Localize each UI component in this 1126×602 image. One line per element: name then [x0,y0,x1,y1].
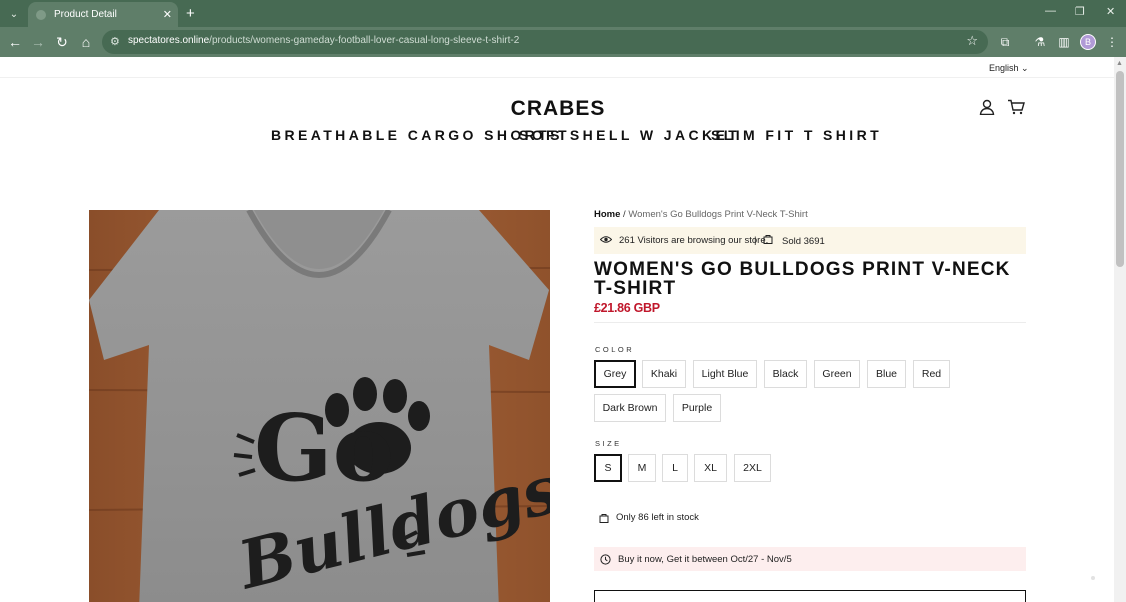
product-title: WOMEN'S GO BULLDOGS PRINT V-NECK T-SHIRT [594,259,1011,299]
color-label: COLOR [595,345,635,354]
reload-icon[interactable]: ↻ [53,33,71,51]
menu-item-slim-fit-t-shirt[interactable]: SLIM FIT T SHIRT [711,127,882,143]
cart-icon[interactable] [1007,99,1025,115]
home-icon[interactable]: ⌂ [77,33,95,51]
forward-icon[interactable]: → [29,33,47,51]
close-window-icon[interactable]: ✕ [1106,5,1115,18]
url-domain: spectatores.online [128,35,210,46]
size-option-l[interactable]: L [662,454,688,482]
visitors-banner: 261 Visitors are browsing our store. | S… [594,227,1026,254]
address-bar[interactable]: ⚙ spectatores.online/products/womens-gam… [102,30,988,54]
scrollbar-thumb[interactable] [1116,71,1124,267]
header-divider [0,77,1114,78]
size-option-2xl[interactable]: 2XL [734,454,771,482]
tab-title: Product Detail [54,9,117,20]
menu-item-softshell-w-jacket[interactable]: SOFTSHELL W JACKET [519,127,740,143]
browser-tab[interactable]: Product Detail ✕ [28,2,178,27]
side-panel-icon[interactable]: ▥ [1055,33,1073,51]
color-option-grey[interactable]: Grey [594,360,636,388]
color-option-khaki[interactable]: Khaki [642,360,686,388]
breadcrumb-home[interactable]: Home [594,209,620,220]
page-scrollbar[interactable]: ▲ [1114,57,1126,602]
product-image[interactable]: Go Bulldogs [89,210,550,602]
tshirt-photo: Go Bulldogs [89,210,550,602]
tab-favicon-icon [36,9,46,20]
scroll-up-icon[interactable]: ▲ [1116,60,1123,67]
shipping-text: Buy it now, Get it between Oct/27 - Nov/… [618,553,792,565]
decorative-dot [1091,576,1095,580]
stock-notice: Only 86 left in stock [599,512,699,523]
extensions-icon[interactable]: ⧉ [996,33,1014,51]
address-url[interactable]: spectatores.online/products/womens-gamed… [128,35,519,46]
breadcrumb-separator: / [623,209,626,220]
language-selector[interactable]: English ⌄ [989,63,1029,74]
site-info-icon[interactable]: ⚙ [110,35,120,48]
stock-text: Only 86 left in stock [616,512,699,523]
color-option-black[interactable]: Black [764,360,807,388]
product-price: £21.86 GBP [594,301,660,315]
profile-avatar[interactable]: B [1080,34,1096,50]
back-icon[interactable]: ← [6,33,24,51]
tab-close-icon[interactable]: ✕ [163,8,172,21]
browser-toolbar: ← → ↻ ⌂ ⚙ spectatores.online/products/wo… [0,27,1126,57]
size-label: SIZE [595,439,622,448]
browser-menu-icon[interactable]: ⋮ [1103,33,1121,51]
price-divider [594,322,1026,323]
bookmark-star-icon[interactable]: ☆ [966,33,978,49]
color-option-purple[interactable]: Purple [673,394,721,422]
color-option-red[interactable]: Red [913,360,950,388]
color-option-dark-brown[interactable]: Dark Brown [594,394,666,422]
url-path: /products/womens-gameday-football-lover-… [209,35,520,46]
eye-icon [600,236,612,243]
account-icon[interactable] [979,99,995,115]
shopping-bag-icon [763,235,773,244]
color-option-light-blue[interactable]: Light Blue [693,360,757,388]
new-tab-icon[interactable]: + [186,5,195,22]
breadcrumb: Home / Women's Go Bulldogs Print V-Neck … [594,209,808,220]
size-option-s[interactable]: S [594,454,622,482]
clock-icon [600,553,611,565]
shipping-banner: Buy it now, Get it between Oct/27 - Nov/… [594,547,1026,571]
size-option-m[interactable]: M [628,454,656,482]
color-option-blue[interactable]: Blue [867,360,906,388]
browser-tab-bar: ⌄ Product Detail ✕ + — ❐ ✕ [0,0,1126,27]
web-page: English ⌄ CRABES BREATHABLE CARGO SHORTS… [0,57,1114,602]
visitors-separator: | [754,235,757,246]
sold-count: Sold 3691 [782,236,825,247]
stock-bag-icon [599,513,609,523]
color-option-green[interactable]: Green [814,360,860,388]
breadcrumb-current: Women's Go Bulldogs Print V-Neck T-Shirt [628,209,808,220]
lab-icon[interactable]: ⚗ [1031,33,1049,51]
print-text-go: Go [254,394,394,502]
restore-icon[interactable]: ❐ [1075,5,1085,18]
store-logo[interactable]: CRABES [0,97,1114,121]
size-option-xl[interactable]: XL [694,454,727,482]
add-to-cart-button[interactable]: ADD TO CART [594,590,1026,602]
tab-search-chevron-icon[interactable]: ⌄ [4,4,24,24]
language-label: English [989,63,1019,73]
chevron-down-icon: ⌄ [1021,63,1029,73]
minimize-icon[interactable]: — [1045,5,1056,17]
visitors-text: 261 Visitors are browsing our store. [619,235,769,246]
